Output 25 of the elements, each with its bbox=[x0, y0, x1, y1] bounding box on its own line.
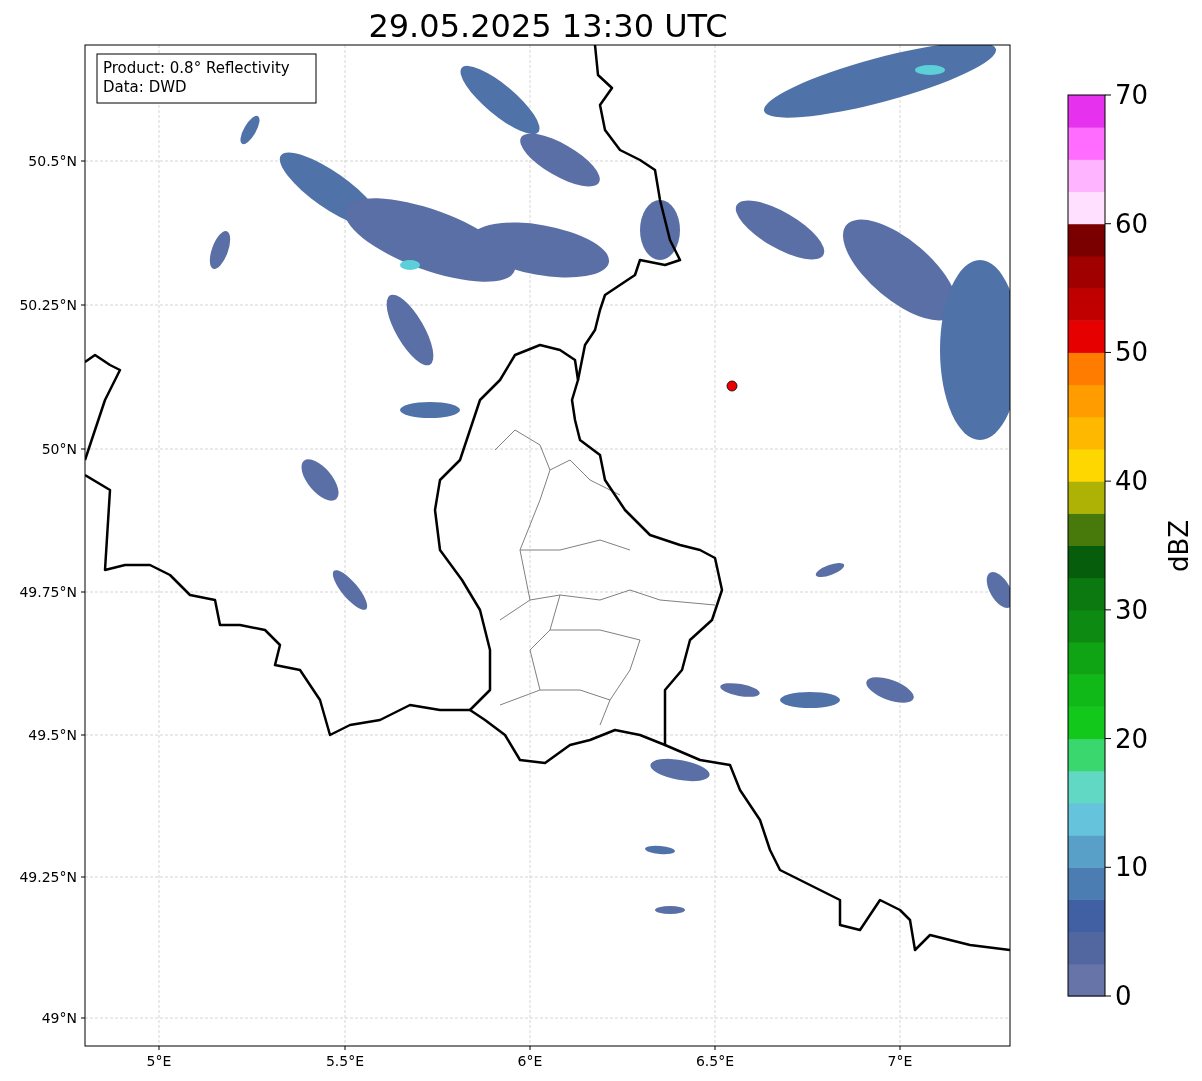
colorbar-tick-label: 30 bbox=[1115, 594, 1149, 625]
latitude-label: 49.5°N bbox=[28, 727, 77, 743]
latitude-label: 49°N bbox=[41, 1010, 77, 1026]
chart-title: 29.05.2025 13:30 UTC bbox=[368, 7, 728, 45]
colorbar-tick-label: 70 bbox=[1115, 80, 1149, 110]
latitude-label: 49.25°N bbox=[19, 869, 77, 885]
longitude-label: 7°E bbox=[887, 1053, 913, 1069]
info-text: Data: DWD bbox=[103, 78, 187, 96]
longitude-label: 5.5°E bbox=[325, 1053, 365, 1069]
latitude-label: 50.5°N bbox=[28, 153, 77, 169]
radar-site-marker bbox=[726, 380, 738, 392]
latitude-label: 50.25°N bbox=[19, 297, 77, 313]
colorbar-tick-label: 50 bbox=[1115, 337, 1149, 368]
colorbar-tick-label: 10 bbox=[1115, 852, 1149, 883]
colorbar-label: dBZ bbox=[1164, 519, 1194, 573]
latitude-label: 49.75°N bbox=[19, 584, 77, 600]
info-text: Product: 0.8° Reflectivity bbox=[103, 59, 290, 77]
longitude-label: 5°E bbox=[146, 1053, 172, 1069]
colorbar-tick-label: 60 bbox=[1115, 208, 1149, 239]
longitude-label: 6.5°E bbox=[695, 1053, 735, 1069]
longitude-label: 6°E bbox=[517, 1053, 543, 1069]
colorbar-tick-label: 20 bbox=[1115, 723, 1149, 754]
latitude-label: 50°N bbox=[41, 441, 77, 457]
colorbar-tick-label: 0 bbox=[1115, 981, 1132, 1011]
colorbar-tick-label: 40 bbox=[1115, 466, 1149, 497]
